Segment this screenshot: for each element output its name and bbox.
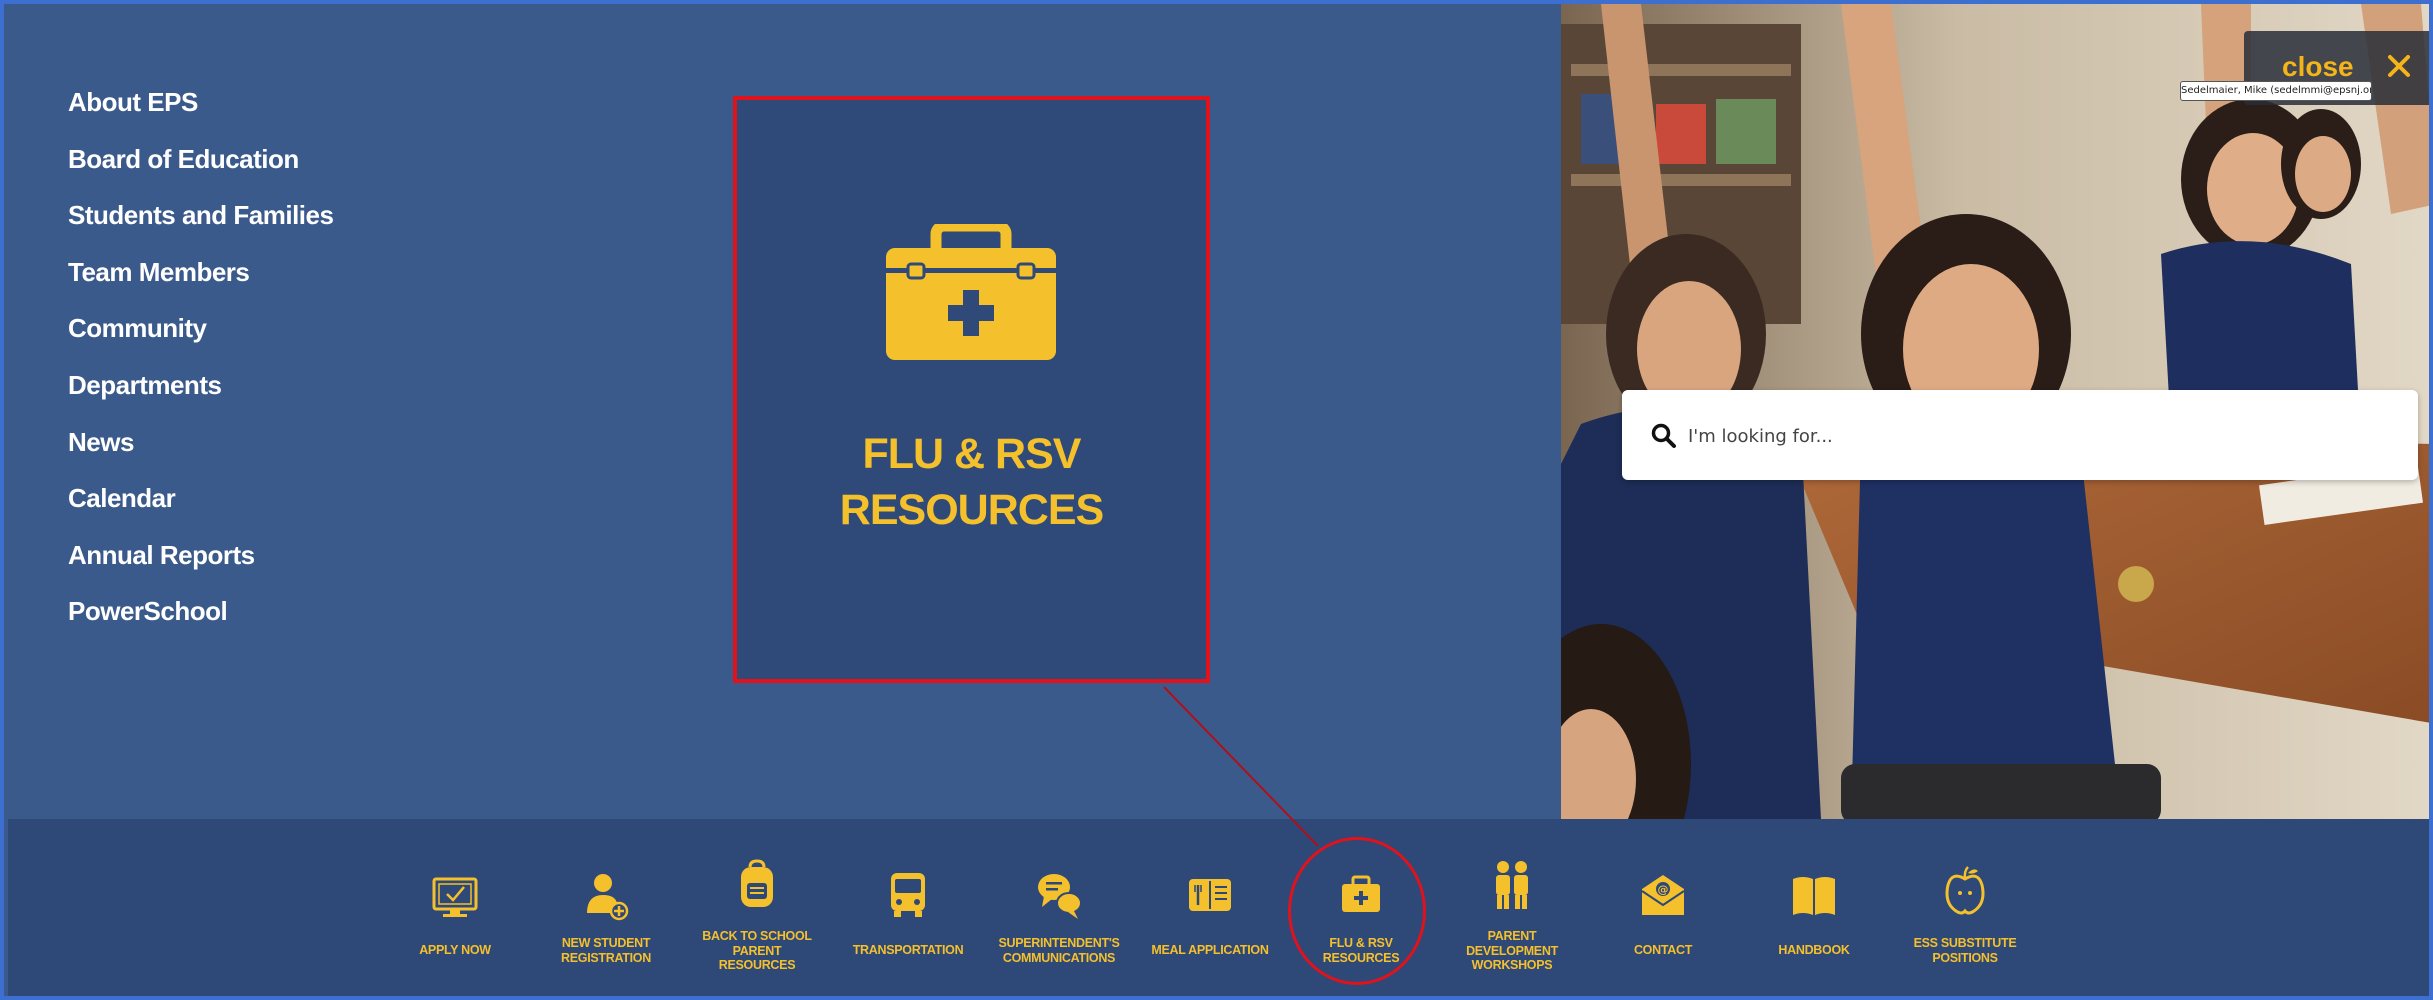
parent-child-icon	[1496, 861, 1528, 909]
quick-link-flu-rsv-resources[interactable]: FLU & RSV RESOURCES	[1286, 819, 1436, 996]
quick-link-apply-now[interactable]: APPLY NOW	[380, 819, 530, 996]
quick-link-parent-development-workshops[interactable]: PARENT DEVELOPMENT WORKSHOPS	[1437, 819, 1587, 996]
close-icon	[2388, 55, 2410, 77]
search-input[interactable]	[1686, 410, 2390, 462]
quick-link-contact[interactable]: @ CONTACT	[1588, 819, 1738, 996]
nav-team-members[interactable]: Team Members	[68, 252, 333, 309]
apple-icon	[1945, 866, 1985, 915]
quick-link-ess-substitute-positions[interactable]: ESS SUBSTITUTE POSITIONS	[1890, 819, 2040, 996]
user-tooltip: Sedelmaier, Mike (sedelmmi@epsnj.org)	[2180, 81, 2372, 101]
nav-powerschool[interactable]: PowerSchool	[68, 591, 333, 648]
feature-card-title: FLU & RSV RESOURCES	[839, 430, 1104, 534]
nav-calendar[interactable]: Calendar	[68, 478, 333, 535]
main-navigation: About EPS Board of Education Students an…	[68, 82, 334, 648]
quick-link-label: CONTACT	[1633, 943, 1693, 957]
nav-students-and-families[interactable]: Students and Families	[68, 195, 334, 252]
quick-link-superintendents-communications[interactable]: SUPERINTENDENT'S COMMUNICATIONS	[984, 819, 1134, 996]
quick-link-label: FLU & RSV RESOURCES	[1322, 936, 1400, 965]
close-label: close	[2282, 51, 2354, 82]
nav-news[interactable]: News	[68, 422, 333, 479]
feature-card[interactable]: FLU & RSV RESOURCES	[733, 96, 1210, 683]
email-icon: @	[1641, 875, 1685, 915]
add-user-icon	[587, 874, 629, 921]
search-icon	[1651, 423, 1676, 448]
quick-link-meal-application[interactable]: MEAL APPLICATION	[1135, 819, 1285, 996]
quick-link-label: APPLY NOW	[419, 943, 491, 957]
quick-link-label: PARENT DEVELOPMENT WORKSHOPS	[1466, 929, 1558, 972]
meal-menu-icon	[1189, 879, 1231, 911]
quick-link-label: SUPERINTENDENT'S COMMUNICATIONS	[998, 936, 1120, 965]
quick-link-new-student-registration[interactable]: NEW STUDENT REGISTRATION	[531, 819, 681, 996]
first-aid-kit-icon	[886, 224, 1056, 360]
chat-bubbles-icon	[1038, 874, 1082, 919]
first-aid-kit-icon	[1342, 875, 1380, 912]
monitor-check-icon	[432, 877, 478, 917]
nav-about-eps[interactable]: About EPS	[68, 82, 333, 139]
page-frame: About EPS Board of Education Students an…	[0, 0, 2433, 1000]
bus-icon	[891, 873, 925, 917]
quick-link-label: NEW STUDENT REGISTRATION	[561, 936, 651, 965]
quick-link-label: HANDBOOK	[1778, 943, 1850, 957]
quick-link-label: BACK TO SCHOOL PARENT RESOURCES	[702, 929, 812, 972]
search-box	[1622, 390, 2418, 480]
nav-board-of-education[interactable]: Board of Education	[68, 139, 333, 196]
quick-link-label: TRANSPORTATION	[852, 943, 964, 957]
quick-links-bar: APPLY NOW NEW STUDENT REGISTRATION BACK …	[8, 819, 2429, 996]
quick-link-label: MEAL APPLICATION	[1151, 943, 1269, 957]
quick-link-label: ESS SUBSTITUTE POSITIONS	[1913, 936, 2017, 965]
nav-annual-reports[interactable]: Annual Reports	[68, 535, 333, 592]
backpack-icon	[741, 859, 773, 907]
quick-link-handbook[interactable]: HANDBOOK	[1739, 819, 1889, 996]
nav-departments[interactable]: Departments	[68, 365, 333, 422]
nav-community[interactable]: Community	[68, 308, 333, 365]
svg-text:@: @	[1658, 883, 1669, 896]
book-icon	[1793, 877, 1835, 915]
quick-link-back-to-school[interactable]: BACK TO SCHOOL PARENT RESOURCES	[682, 819, 832, 996]
quick-link-transportation[interactable]: TRANSPORTATION	[833, 819, 983, 996]
